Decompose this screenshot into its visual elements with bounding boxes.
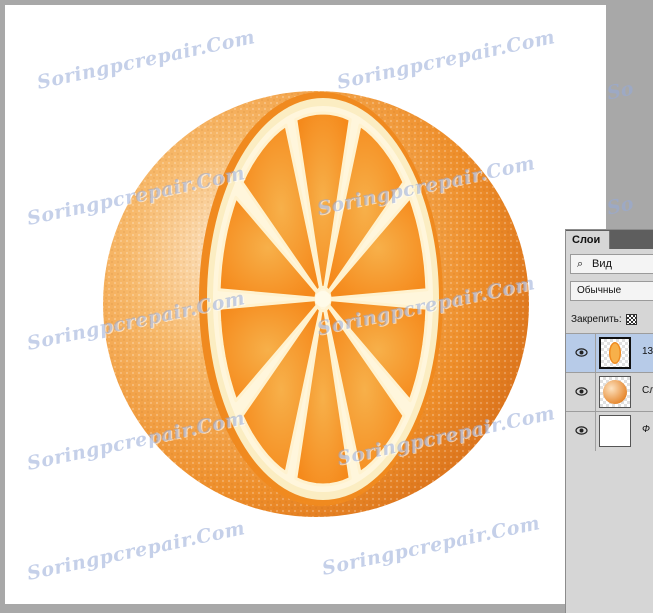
lock-label: Закрепить:	[571, 314, 622, 325]
eye-icon[interactable]	[575, 346, 588, 359]
filter-label: Вид	[592, 258, 612, 270]
layer-row[interactable]: Сл	[566, 372, 653, 412]
layer-thumbnail	[599, 376, 631, 408]
eye-icon[interactable]	[575, 424, 588, 437]
layers-panel: Слои ⌕ Вид Обычные Закрепить: 13 Сл Ф	[565, 229, 653, 613]
layer-name: 13	[642, 346, 653, 357]
watermark-edge: So	[605, 77, 636, 105]
workspace-canvas-area: Soringpcrepair.Com Soringpcrepair.Com So…	[0, 0, 653, 612]
orange-artwork	[103, 91, 529, 517]
layer-row[interactable]: Ф	[566, 411, 653, 451]
lock-transparency-icon[interactable]	[625, 313, 637, 325]
layers-list: 13 Сл Ф	[566, 333, 653, 451]
layer-thumbnail	[599, 337, 631, 369]
search-icon: ⌕	[577, 258, 584, 270]
document-canvas[interactable]: Soringpcrepair.Com Soringpcrepair.Com So…	[5, 5, 606, 604]
tab-layers[interactable]: Слои	[566, 231, 610, 249]
layer-row[interactable]: 13	[566, 333, 653, 373]
layer-name: Ф	[642, 424, 650, 435]
layer-filter-select[interactable]: ⌕ Вид	[570, 254, 653, 274]
lock-row: Закрепить:	[566, 309, 653, 331]
layer-thumbnail	[599, 415, 631, 447]
layer-name: Сл	[642, 385, 653, 396]
panel-tab-bar: Слои	[566, 230, 653, 249]
watermark-edge: So	[605, 192, 636, 220]
blend-mode-select[interactable]: Обычные	[570, 281, 653, 301]
eye-icon[interactable]	[575, 385, 588, 398]
